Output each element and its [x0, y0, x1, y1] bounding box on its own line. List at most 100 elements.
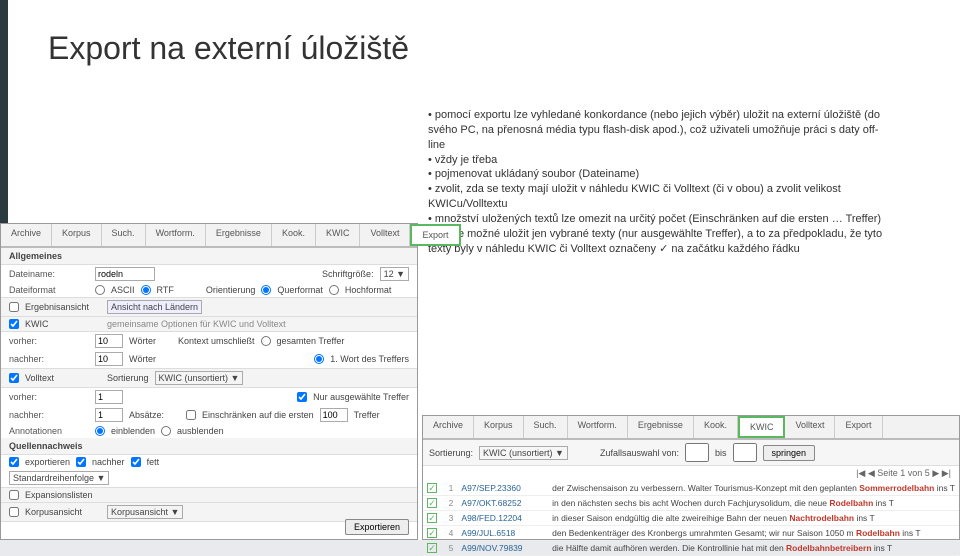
einbl-radio[interactable]: [95, 426, 105, 436]
kwic-label: KWIC: [25, 319, 101, 329]
hit-word: Sommerrodelbahn: [859, 483, 934, 493]
nachher2-input[interactable]: [95, 408, 123, 422]
slide-title: Export na externí úložiště: [0, 0, 960, 67]
menu-kwic[interactable]: KWIC: [316, 224, 361, 246]
ansicht-select[interactable]: Ansicht nach Ländern: [107, 300, 202, 314]
springen-button[interactable]: springen: [763, 445, 816, 461]
quer-radio[interactable]: [261, 285, 271, 295]
exp-check[interactable]: [9, 457, 19, 467]
row-checkbox[interactable]: ✓: [427, 483, 437, 493]
schrift-select[interactable]: 12 ▼: [380, 267, 409, 281]
section-korp: Korpusansicht: [25, 507, 101, 517]
gemein-label: gemeinsame Optionen für KWIC und Volltex…: [107, 319, 286, 329]
table-row[interactable]: ✓2A97/OKT.68252in den nächsten sechs bis…: [423, 496, 959, 511]
vorher2-label: vorher:: [9, 392, 89, 402]
table-row[interactable]: ✓4A99/JUL.6518den Bedenkenträger des Kro…: [423, 526, 959, 541]
nuraus-check[interactable]: [297, 392, 307, 402]
export-dialog-screenshot: Archive Korpus Such. Wortform. Ergebniss…: [0, 223, 418, 540]
nachher-label: nachher:: [9, 354, 89, 364]
nachher-input[interactable]: [95, 352, 123, 366]
gesamt-radio[interactable]: [261, 336, 271, 346]
korp-check[interactable]: [9, 507, 19, 517]
menu-korpus[interactable]: Korpus: [52, 224, 102, 246]
rtf-radio[interactable]: [141, 285, 151, 295]
zufall-input[interactable]: [685, 443, 709, 462]
source-id[interactable]: A99/JUL.6518: [457, 526, 548, 541]
hit-word: Rodelbahn: [829, 498, 873, 508]
sort2-label: Sortierung:: [429, 448, 473, 458]
row-checkbox[interactable]: ✓: [427, 543, 437, 553]
menu2-korpus[interactable]: Korpus: [474, 416, 524, 438]
menubar-2: Archive Korpus Such. Wortform. Ergebniss…: [423, 416, 959, 440]
hit-word: Rodelbahnbetreibern: [786, 543, 871, 553]
expl-check[interactable]: [9, 490, 19, 500]
ausbl-radio[interactable]: [161, 426, 171, 436]
menu2-export[interactable]: Export: [835, 416, 882, 438]
menu2-wortform[interactable]: Wortform.: [568, 416, 628, 438]
menu-such[interactable]: Such.: [102, 224, 146, 246]
erg-check[interactable]: [9, 302, 19, 312]
results-table: ✓1A97/SEP.23360der Zwischensaison zu ver…: [423, 481, 959, 556]
zufall-label: Zufallsauswahl von:: [600, 448, 679, 458]
menu-wortform[interactable]: Wortform.: [146, 224, 206, 246]
voll-check[interactable]: [9, 373, 19, 383]
schrift-label: Schriftgröße:: [322, 269, 374, 279]
menubar-1: Archive Korpus Such. Wortform. Ergebniss…: [1, 224, 417, 248]
sort-label: Sortierung: [107, 373, 149, 383]
kontext-label: Kontext umschließt: [178, 336, 255, 346]
menu2-volltext[interactable]: Volltext: [785, 416, 835, 438]
hit-word: Rodelbahn: [856, 528, 900, 538]
section-exp: Expansionslisten: [25, 490, 93, 500]
std-select[interactable]: Standardreihenfolge ▼: [9, 471, 109, 485]
sort2-select[interactable]: KWIC (unsortiert) ▼: [479, 446, 568, 460]
source-id[interactable]: A98/FED.12204: [457, 511, 548, 526]
table-row[interactable]: ✓1A97/SEP.23360der Zwischensaison zu ver…: [423, 481, 959, 496]
exportieren-button[interactable]: Exportieren: [345, 519, 409, 535]
menu2-kook[interactable]: Kook.: [694, 416, 738, 438]
erg-label: Ergebnisansicht: [25, 302, 101, 312]
fett-check[interactable]: [131, 457, 141, 467]
menu2-ergebnisse[interactable]: Ergebnisse: [628, 416, 694, 438]
source-id[interactable]: A99/NOV.79839: [457, 541, 548, 556]
ascii-radio[interactable]: [95, 285, 105, 295]
vorher-input[interactable]: [95, 334, 123, 348]
vorher2-input[interactable]: [95, 390, 123, 404]
menu2-kwic[interactable]: KWIC: [738, 416, 786, 438]
explanation-text: • pomocí exportu lze vyhledané konkordan…: [428, 108, 888, 256]
einschr-input[interactable]: [320, 408, 348, 422]
menu-ergebnisse[interactable]: Ergebnisse: [206, 224, 272, 246]
source-id[interactable]: A97/SEP.23360: [457, 481, 548, 496]
menu2-such[interactable]: Such.: [524, 416, 568, 438]
menu-kook[interactable]: Kook.: [272, 224, 316, 246]
section-allgemeines: Allgemeines: [1, 248, 417, 265]
table-row[interactable]: ✓5A99/NOV.79839die Hälfte damit aufhören…: [423, 541, 959, 556]
vorher-label: vorher:: [9, 336, 89, 346]
menu2-archive[interactable]: Archive: [423, 416, 474, 438]
kwic-check[interactable]: [9, 319, 19, 329]
voll-label: Volltext: [25, 373, 101, 383]
erstes-radio[interactable]: [314, 354, 324, 364]
orient-label: Orientierung: [206, 285, 256, 295]
kwic-results-screenshot: Archive Korpus Such. Wortform. Ergebniss…: [422, 415, 960, 540]
hoch-radio[interactable]: [329, 285, 339, 295]
menu-export[interactable]: Export: [410, 224, 460, 246]
annot-label: Annotationen: [9, 426, 89, 436]
table-row[interactable]: ✓3A98/FED.12204in dieser Saison endgülti…: [423, 511, 959, 526]
einschr-check[interactable]: [186, 410, 196, 420]
nachher2-label: nachher:: [9, 410, 89, 420]
menu-archive[interactable]: Archive: [1, 224, 52, 246]
bis-input[interactable]: [733, 443, 757, 462]
dateiname-label: Dateiname:: [9, 269, 89, 279]
row-checkbox[interactable]: ✓: [427, 513, 437, 523]
pager[interactable]: |◀ ◀ Seite 1 von 5 ▶ ▶|: [423, 466, 959, 481]
source-id[interactable]: A97/OKT.68252: [457, 496, 548, 511]
menu-volltext[interactable]: Volltext: [360, 224, 410, 246]
format-label: Dateiformat: [9, 285, 89, 295]
row-checkbox[interactable]: ✓: [427, 498, 437, 508]
nach-check[interactable]: [76, 457, 86, 467]
sort-select[interactable]: KWIC (unsortiert) ▼: [155, 371, 244, 385]
hit-word: Nachtrodelbahn: [789, 513, 854, 523]
dateiname-input[interactable]: [95, 267, 155, 281]
row-checkbox[interactable]: ✓: [427, 528, 437, 538]
korp-select[interactable]: Korpusansicht ▼: [107, 505, 183, 519]
